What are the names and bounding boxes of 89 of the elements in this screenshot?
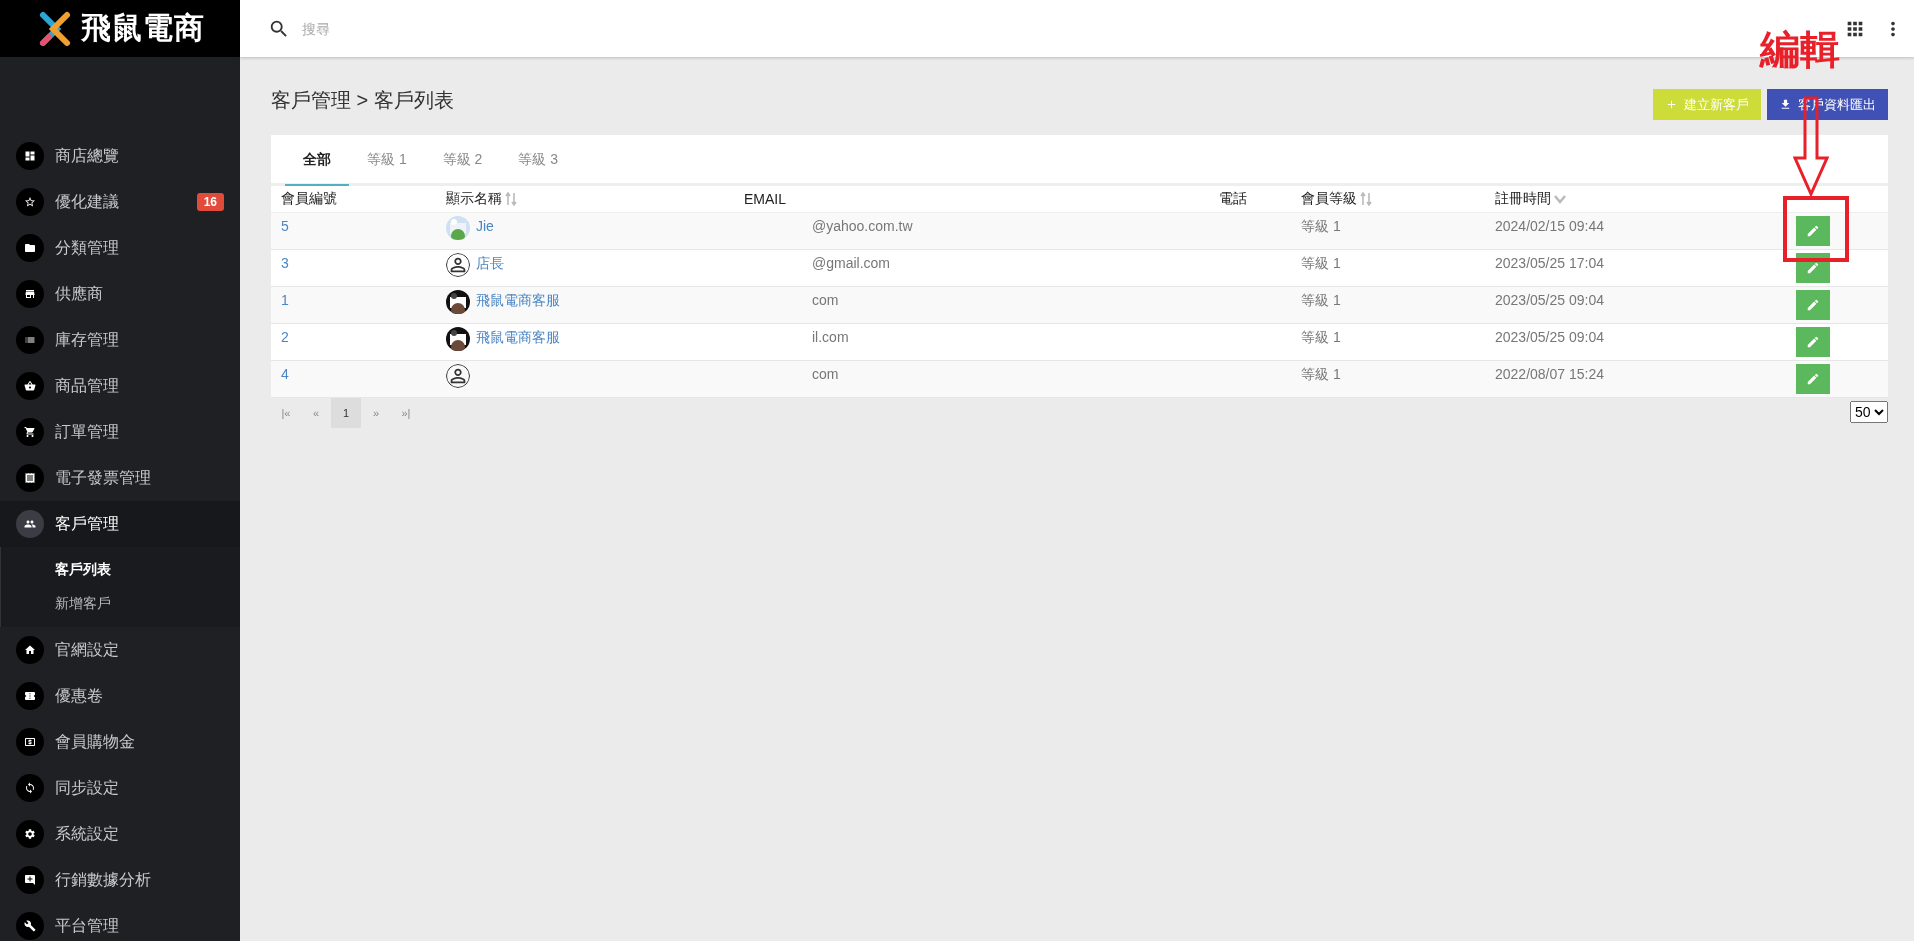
- sidebar-item[interactable]: 優化建議 16: [0, 179, 240, 225]
- sidebar-item[interactable]: 系統設定: [0, 811, 240, 857]
- column-header: 電話: [1219, 190, 1247, 208]
- annotation-label: 編輯: [1760, 26, 1840, 73]
- member-id-link[interactable]: 1: [281, 292, 289, 308]
- basket-icon: [16, 372, 44, 400]
- member-id-link[interactable]: 5: [281, 218, 289, 234]
- pencil-icon: [1806, 224, 1820, 238]
- pencil-icon: [1806, 335, 1820, 349]
- sidebar-item[interactable]: 平台管理: [0, 903, 240, 941]
- sort-icon[interactable]: [505, 192, 517, 206]
- wrench-icon: [16, 912, 44, 940]
- breadcrumb: 客戶管理 > 客戶列表: [271, 88, 454, 113]
- settings-icon: [16, 820, 44, 848]
- search-field[interactable]: 搜尋: [240, 0, 1724, 57]
- member-id-link[interactable]: 3: [281, 255, 289, 271]
- plus-icon: [1665, 98, 1678, 111]
- name-link[interactable]: Jie: [476, 218, 494, 234]
- date-text: 2023/05/25 09:04: [1495, 329, 1604, 345]
- email-text: @gmail.com: [812, 255, 890, 271]
- edit-button[interactable]: [1796, 290, 1830, 320]
- chevron-down-icon[interactable]: [1554, 194, 1566, 204]
- brand-name: 飛鼠電商: [81, 10, 205, 46]
- sidebar-item[interactable]: 同步設定: [0, 765, 240, 811]
- sidebar-item[interactable]: 供應商: [0, 271, 240, 317]
- name-link[interactable]: 飛鼠電商客服: [476, 329, 560, 347]
- page-size-select[interactable]: 50: [1850, 401, 1888, 423]
- email-text: @yahoo.com.tw: [812, 218, 913, 234]
- sidebar-item[interactable]: 庫存管理: [0, 317, 240, 363]
- sync-icon: [16, 774, 44, 802]
- level-text: 等級 1: [1301, 255, 1341, 273]
- download-icon: [1779, 98, 1792, 111]
- ticket-icon: [16, 682, 44, 710]
- pencil-icon: [1806, 372, 1820, 386]
- email-text: com: [812, 366, 839, 382]
- money-icon: [16, 728, 44, 756]
- column-header: 會員編號: [281, 190, 337, 208]
- column-header: 會員等級: [1301, 190, 1357, 208]
- sidebar-item[interactable]: 訂單管理: [0, 409, 240, 455]
- count-badge: 16: [196, 193, 224, 211]
- sort-icon[interactable]: [1360, 192, 1372, 206]
- people-icon: [16, 510, 44, 538]
- date-text: 2024/02/15 09:44: [1495, 218, 1604, 234]
- date-text: 2023/05/25 09:04: [1495, 292, 1604, 308]
- date-text: 2022/08/07 15:24: [1495, 366, 1604, 382]
- email-text: com: [812, 292, 839, 308]
- sidebar-item[interactable]: 商店總覽: [0, 133, 240, 179]
- edit-button[interactable]: [1796, 216, 1830, 246]
- member-id-link[interactable]: 2: [281, 329, 289, 345]
- tab[interactable]: 等級 1: [349, 135, 425, 186]
- edit-button[interactable]: [1796, 364, 1830, 394]
- tab[interactable]: 等級 2: [424, 135, 501, 186]
- highlight-frame: [1783, 196, 1849, 262]
- sidebar-item[interactable]: 會員購物金: [0, 719, 240, 765]
- date-text: 2023/05/25 17:04: [1495, 255, 1604, 271]
- pencil-icon: [1806, 298, 1820, 312]
- sidebar-item[interactable]: 電子發票管理: [0, 455, 240, 501]
- column-header: 註冊時間: [1495, 190, 1551, 208]
- tab[interactable]: 全部: [285, 135, 349, 186]
- sidebar-item[interactable]: 商品管理: [0, 363, 240, 409]
- pencil-icon: [1806, 261, 1820, 275]
- cart-icon: [16, 418, 44, 446]
- level-text: 等級 1: [1301, 366, 1341, 384]
- home-icon: [16, 636, 44, 664]
- name-link[interactable]: 店長: [476, 255, 504, 273]
- page-button[interactable]: 1: [331, 398, 361, 428]
- level-text: 等級 1: [1301, 292, 1341, 310]
- sidebar-item[interactable]: 行銷數據分析: [0, 857, 240, 903]
- store-icon: [16, 280, 44, 308]
- member-id-link[interactable]: 4: [281, 366, 289, 382]
- level-text: 等級 1: [1301, 329, 1341, 347]
- sidebar-item[interactable]: 客戶管理: [0, 501, 240, 547]
- column-header: 顯示名稱: [446, 190, 502, 208]
- name-link[interactable]: 飛鼠電商客服: [476, 292, 560, 310]
- submenu-item[interactable]: 客戶列表: [31, 553, 240, 587]
- level-text: 等級 1: [1301, 218, 1341, 236]
- dashboard-icon: [16, 142, 44, 170]
- column-header: EMAIL: [744, 191, 786, 207]
- list-icon: [16, 326, 44, 354]
- sidebar-item[interactable]: 優惠卷: [0, 673, 240, 719]
- edit-button[interactable]: [1796, 327, 1830, 357]
- sidebar-item[interactable]: 分類管理: [0, 225, 240, 271]
- receipt-icon: [16, 464, 44, 492]
- email-text: il.com: [812, 329, 849, 345]
- submenu-item[interactable]: 新增客戶: [31, 587, 240, 621]
- comment-icon: [16, 866, 44, 894]
- folder-icon: [16, 234, 44, 262]
- sidebar-item[interactable]: 官網設定: [0, 627, 240, 673]
- tab[interactable]: 等級 3: [500, 135, 577, 186]
